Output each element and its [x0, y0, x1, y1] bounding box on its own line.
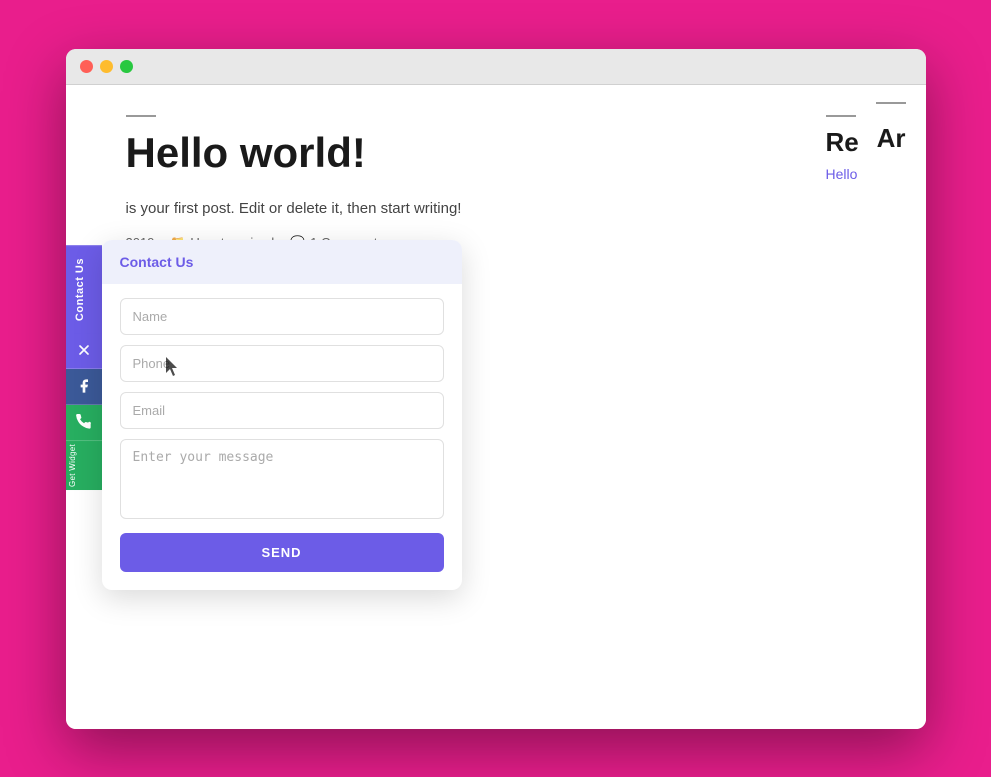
facebook-icon: [76, 378, 92, 394]
browser-window: Hello world! is your first post. Edit or…: [66, 49, 926, 729]
contact-form-body: SEND: [102, 284, 462, 590]
right-archive-title: Ar: [877, 123, 906, 154]
page-divider: [126, 115, 156, 117]
right-divider-top: [826, 115, 856, 117]
message-textarea[interactable]: [120, 439, 444, 519]
phone-icon: [76, 414, 92, 430]
right-recent-link[interactable]: Hello: [826, 166, 858, 182]
side-widget: Contact Us Get Widget: [66, 245, 102, 490]
contact-form-popup: Contact Us SEND: [102, 240, 462, 590]
name-input[interactable]: [120, 298, 444, 335]
phone-icon-button[interactable]: [66, 405, 102, 441]
right-divider-bottom: [876, 102, 906, 104]
contact-us-tab[interactable]: Contact Us: [66, 245, 102, 333]
get-widget-label: Get Widget: [66, 441, 102, 490]
browser-titlebar: [66, 49, 926, 85]
send-button[interactable]: SEND: [120, 533, 444, 572]
contact-form-header: Contact Us: [102, 240, 462, 284]
right-sidebar-preview: Re Hello Ar: [806, 85, 926, 184]
email-input[interactable]: [120, 392, 444, 429]
close-button[interactable]: [80, 60, 93, 73]
x-icon: [76, 342, 92, 358]
minimize-button[interactable]: [100, 60, 113, 73]
facebook-icon-button[interactable]: [66, 369, 102, 405]
post-excerpt: is your first post. Edit or delete it, t…: [126, 197, 866, 221]
phone-input[interactable]: [120, 345, 444, 382]
page-title: Hello world!: [126, 129, 866, 177]
maximize-button[interactable]: [120, 60, 133, 73]
browser-content: Hello world! is your first post. Edit or…: [66, 85, 926, 729]
x-icon-button[interactable]: [66, 333, 102, 369]
